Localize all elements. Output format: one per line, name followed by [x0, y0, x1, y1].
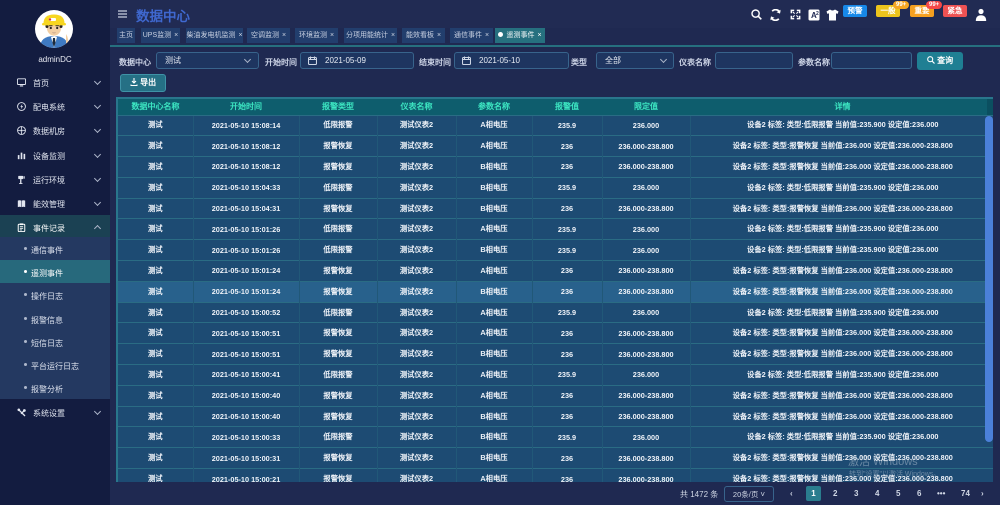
svg-text:2: 2 — [816, 11, 819, 17]
